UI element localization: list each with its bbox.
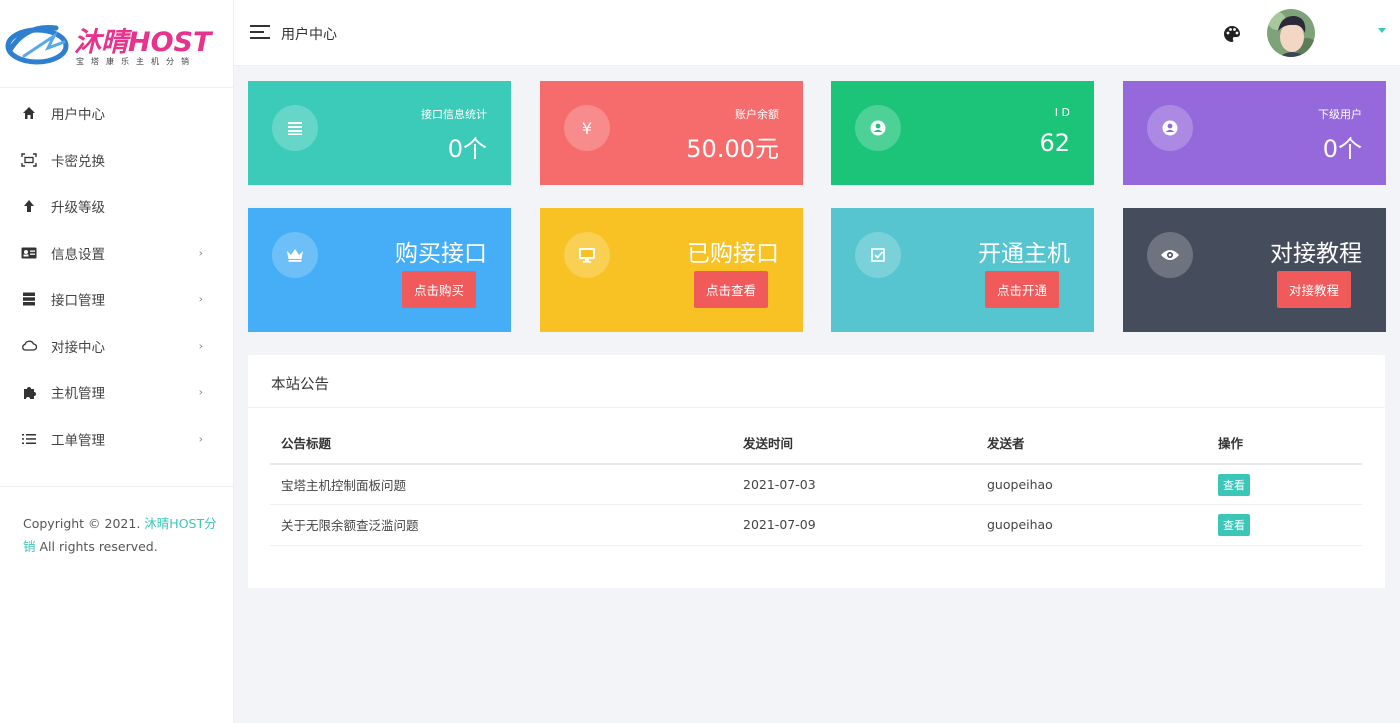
chevron-right-icon: › (198, 432, 203, 446)
announcement-title: 宝塔主机控制面板问题 (270, 464, 732, 505)
list-icon (272, 105, 318, 151)
chevron-right-icon: › (198, 385, 203, 399)
checklist-icon (855, 232, 901, 278)
chevron-right-icon: › (198, 246, 203, 260)
panel-divider (248, 407, 1385, 408)
sidebar-nav: 用户中心 卡密兑换 升级等级 信息设置 › 接口管理 › 对接中心 › 主机管理… (0, 88, 233, 462)
stat-card-sub-users: 下级用户 0个 (1123, 81, 1386, 185)
column-header: 发送者 (976, 422, 1207, 465)
server-icon (20, 290, 38, 308)
copyright: Copyright © 2021. 沐晴HOST分销 All rights re… (23, 512, 218, 558)
stat-value: 50.00元 (686, 135, 779, 163)
stat-card-api-stats: 接口信息统计 0个 (248, 81, 511, 185)
copyright-suffix: All rights reserved. (35, 539, 158, 554)
stat-value: 0个 (447, 135, 487, 163)
announcement-sender: guopeihao (976, 464, 1207, 505)
sidebar-item-label: 用户中心 (51, 107, 105, 124)
announcement-action: 查看 (1207, 504, 1362, 546)
sidebar-item-docking-center[interactable]: 对接中心 › (0, 323, 233, 370)
sidebar-item-host-management[interactable]: 主机管理 › (0, 369, 233, 416)
announcement-table: 公告标题 发送时间 发送者 操作 宝塔主机控制面板问题 2021-07-03 g… (270, 422, 1362, 546)
announcement-time: 2021-07-03 (732, 464, 976, 505)
arrow-up-icon (20, 197, 38, 215)
home-icon (20, 104, 38, 122)
palette-icon[interactable] (1222, 24, 1242, 44)
sidebar-item-info-settings[interactable]: 信息设置 › (0, 230, 233, 277)
action-title: 开通主机 (978, 241, 1070, 267)
action-card-buy-api: 购买接口 点击购买 (248, 208, 511, 332)
cloud-icon (20, 337, 38, 355)
column-header: 操作 (1207, 422, 1362, 465)
sidebar: 沐晴HOST 宝塔康乐主机分销 用户中心 卡密兑换 升级等级 信息设置 › 接口… (0, 0, 234, 723)
yen-icon: ¥ (564, 105, 610, 151)
stat-value: 62 (1039, 129, 1070, 157)
column-header: 公告标题 (270, 422, 732, 465)
announcement-panel: 本站公告 公告标题 发送时间 发送者 操作 宝塔主机控制面板问题 2021-07… (248, 355, 1385, 588)
panel-title: 本站公告 (271, 377, 329, 393)
table-row: 宝塔主机控制面板问题 2021-07-03 guopeihao 查看 (270, 464, 1362, 505)
crown-icon (272, 232, 318, 278)
action-title: 已购接口 (687, 241, 779, 267)
chevron-right-icon: › (198, 339, 203, 353)
user-avatar[interactable] (1267, 9, 1315, 57)
sidebar-item-label: 信息设置 (51, 246, 105, 263)
top-header: 用户中心 (234, 0, 1400, 66)
view-announcement-button[interactable]: 查看 (1218, 513, 1250, 536)
open-button[interactable]: 点击开通 (984, 271, 1059, 308)
stat-value: 0个 (1322, 135, 1362, 163)
view-button[interactable]: 点击查看 (693, 271, 768, 308)
page-title: 用户中心 (281, 27, 337, 43)
sidebar-item-user-center[interactable]: 用户中心 (0, 90, 233, 137)
monitor-icon (564, 232, 610, 278)
cloud-logo-icon (5, 24, 69, 65)
announcement-action: 查看 (1207, 464, 1362, 505)
logo[interactable]: 沐晴HOST 宝塔康乐主机分销 (0, 0, 233, 88)
sidebar-item-label: 卡密兑换 (51, 153, 105, 170)
announcement-sender: guopeihao (976, 504, 1207, 546)
brand-tagline: 宝塔康乐主机分销 (76, 57, 196, 66)
stat-label: 账户余额 (735, 108, 779, 121)
sidebar-item-label: 接口管理 (51, 293, 105, 310)
sidebar-item-api-management[interactable]: 接口管理 › (0, 276, 233, 323)
stat-label: 下级用户 (1318, 108, 1362, 121)
sidebar-divider (0, 486, 233, 487)
sidebar-item-ticket-management[interactable]: 工单管理 › (0, 416, 233, 463)
stat-label: I D (1054, 106, 1070, 119)
action-card-purchased-api: 已购接口 点击查看 (540, 208, 803, 332)
eye-icon (1147, 232, 1193, 278)
sidebar-item-card-redeem[interactable]: 卡密兑换 (0, 137, 233, 184)
sidebar-item-label: 工单管理 (51, 432, 105, 449)
view-announcement-button[interactable]: 查看 (1218, 473, 1250, 496)
list-icon (20, 430, 38, 448)
sidebar-item-label: 升级等级 (51, 200, 105, 217)
action-title: 购买接口 (395, 241, 487, 267)
scan-icon (20, 151, 38, 169)
sidebar-item-label: 对接中心 (51, 339, 105, 356)
announcement-time: 2021-07-09 (732, 504, 976, 546)
puzzle-icon (20, 383, 38, 401)
table-row: 关于无限余额查泛滥问题 2021-07-09 guopeihao 查看 (270, 504, 1362, 546)
buy-button[interactable]: 点击购买 (401, 271, 476, 308)
brand-name: 沐晴HOST (74, 27, 212, 58)
user-circle-icon (1147, 105, 1193, 151)
tutorial-button[interactable]: 对接教程 (1276, 271, 1351, 308)
user-circle-icon (855, 105, 901, 151)
menu-toggle-icon[interactable] (250, 25, 270, 41)
table-header-row: 公告标题 发送时间 发送者 操作 (270, 422, 1362, 465)
action-card-open-host: 开通主机 点击开通 (831, 208, 1094, 332)
sidebar-item-upgrade[interactable]: 升级等级 (0, 183, 233, 230)
id-card-icon (20, 244, 38, 262)
stat-label: 接口信息统计 (421, 108, 487, 121)
announcement-title: 关于无限余额查泛滥问题 (270, 504, 732, 546)
action-title: 对接教程 (1270, 241, 1362, 267)
sidebar-item-label: 主机管理 (51, 386, 105, 403)
column-header: 发送时间 (732, 422, 976, 465)
copyright-prefix: Copyright © 2021. (23, 516, 145, 531)
stat-card-id: I D 62 (831, 81, 1094, 185)
action-card-docking-tutorial: 对接教程 对接教程 (1123, 208, 1386, 332)
user-menu-caret-icon[interactable] (1378, 28, 1386, 33)
chevron-right-icon: › (198, 292, 203, 306)
stat-card-balance: ¥ 账户余额 50.00元 (540, 81, 803, 185)
